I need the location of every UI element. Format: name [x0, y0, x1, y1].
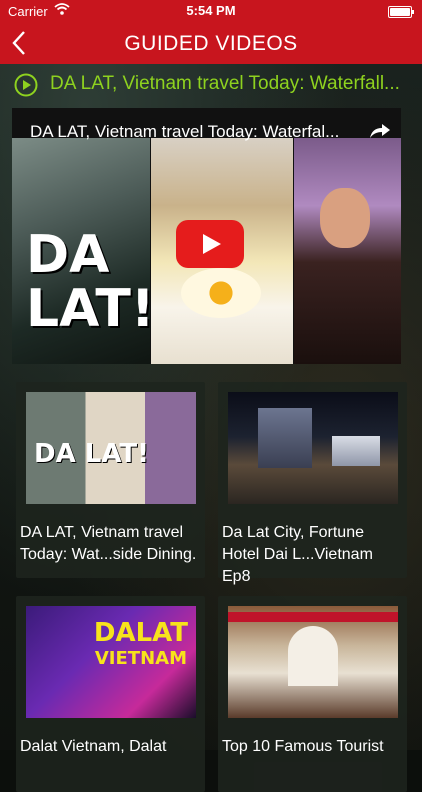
- video-card[interactable]: DALAT VIETNAM Dalat Vietnam, Dalat: [16, 596, 205, 792]
- video-card[interactable]: Da Lat City, Fortune Hotel Dai L...Vietn…: [218, 382, 407, 585]
- player-thumb-person: [294, 138, 401, 364]
- player-thumb-text: DA LAT!: [26, 225, 155, 339]
- status-bar: Carrier 5:54 PM: [0, 0, 422, 22]
- play-circle-icon[interactable]: [14, 73, 38, 97]
- now-playing-row[interactable]: DA LAT, Vietnam travel Today: Waterfall.…: [0, 64, 422, 104]
- share-icon[interactable]: [369, 122, 391, 140]
- battery-icon: [388, 6, 414, 18]
- video-caption: Da Lat City, Fortune Hotel Dai L...Vietn…: [222, 524, 373, 585]
- video-thumbnail: DALAT VIETNAM: [26, 606, 196, 718]
- video-player[interactable]: DA LAT! DA LAT, Vietnam travel Today: Wa…: [12, 108, 401, 364]
- video-thumbnail: [228, 392, 398, 504]
- youtube-play-button[interactable]: [176, 220, 244, 268]
- video-caption: Top 10 Famous Tourist: [222, 738, 384, 755]
- thumbnail-text-line: VIETNAM: [94, 648, 187, 669]
- banner-graphic: [228, 612, 398, 622]
- face-graphic: [320, 188, 370, 248]
- video-card[interactable]: DA LAT! DA LAT, Vietnam travel Today: Wa…: [16, 382, 205, 578]
- thumbnail-text: DA LAT!: [34, 439, 150, 469]
- video-caption: DA LAT, Vietnam travel Today: Wat...side…: [20, 524, 197, 563]
- page-title: GUIDED VIDEOS: [124, 32, 298, 55]
- thumbnail-text-line: DALAT: [93, 618, 188, 648]
- video-thumbnail: [228, 606, 398, 718]
- video-card[interactable]: Top 10 Famous Tourist: [218, 596, 407, 792]
- clock: 5:54 PM: [186, 3, 236, 18]
- thumbnail-text: DALAT VIETNAM: [94, 620, 188, 672]
- player-video-title: DA LAT, Vietnam travel Today: Waterfal..…: [30, 122, 340, 141]
- arch-graphic: [288, 626, 338, 686]
- player-thumb-waterfall: DA LAT!: [12, 138, 155, 364]
- video-thumbnail: DA LAT!: [26, 392, 196, 504]
- building-graphic: [258, 408, 312, 468]
- video-caption: Dalat Vietnam, Dalat: [20, 738, 167, 755]
- nav-bar: GUIDED VIDEOS: [0, 22, 422, 64]
- now-playing-title[interactable]: DA LAT, Vietnam travel Today: Waterfall.…: [50, 73, 414, 95]
- building-graphic: [332, 436, 380, 466]
- egg-graphic: [181, 268, 261, 318]
